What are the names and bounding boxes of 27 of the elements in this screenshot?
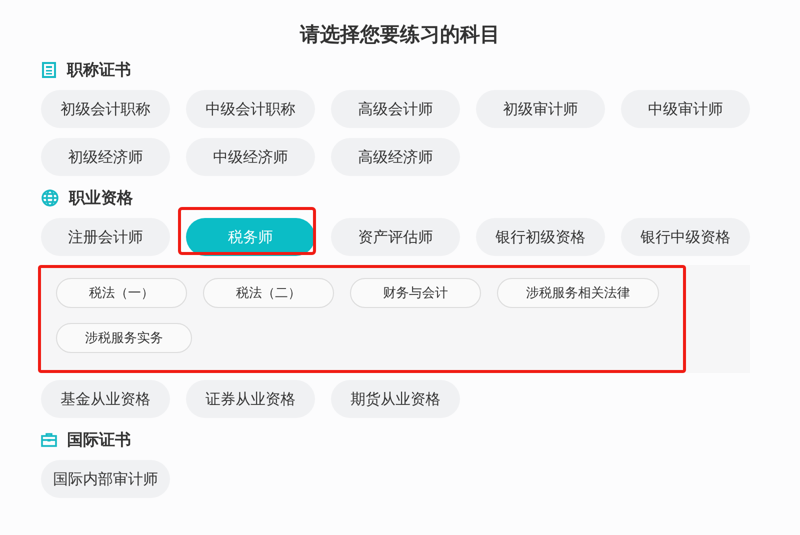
exam-chip[interactable]: 中级经济师 [186, 138, 315, 176]
exam-chip[interactable]: 初级审计师 [476, 90, 605, 128]
exam-chip[interactable]: 初级会计职称 [41, 90, 170, 128]
subject-chip[interactable]: 涉税服务相关法律 [497, 278, 659, 308]
exam-chip[interactable]: 国际内部审计师 [41, 460, 170, 498]
exam-chip[interactable]: 证券从业资格 [186, 380, 315, 418]
globe-icon [41, 189, 59, 207]
section-heading: 职称证书 [67, 60, 131, 80]
subject-chip[interactable]: 税法（一） [56, 278, 187, 308]
briefcase-icon [41, 432, 57, 448]
exam-chip[interactable]: 资产评估师 [331, 218, 460, 256]
section-heading: 职业资格 [69, 188, 133, 208]
subject-chip[interactable]: 财务与会计 [350, 278, 481, 308]
subject-chip[interactable]: 涉税服务实务 [56, 323, 192, 353]
exam-chip[interactable]: 高级经济师 [331, 138, 460, 176]
exam-chip[interactable]: 中级审计师 [621, 90, 750, 128]
exam-chip[interactable]: 期货从业资格 [331, 380, 460, 418]
exam-chip[interactable]: 基金从业资格 [41, 380, 170, 418]
exam-chip[interactable]: 高级会计师 [331, 90, 460, 128]
exam-chip[interactable]: 银行中级资格 [621, 218, 750, 256]
section-heading: 国际证书 [67, 430, 131, 450]
page-title: 请选择您要练习的科目 [298, 21, 501, 48]
exam-chip[interactable]: 中级会计职称 [186, 90, 315, 128]
exam-chip[interactable]: 银行初级资格 [476, 218, 605, 256]
exam-chip[interactable]: 注册会计师 [41, 218, 170, 256]
subject-chip[interactable]: 税法（二） [203, 278, 334, 308]
exam-chip[interactable]: 初级经济师 [41, 138, 170, 176]
